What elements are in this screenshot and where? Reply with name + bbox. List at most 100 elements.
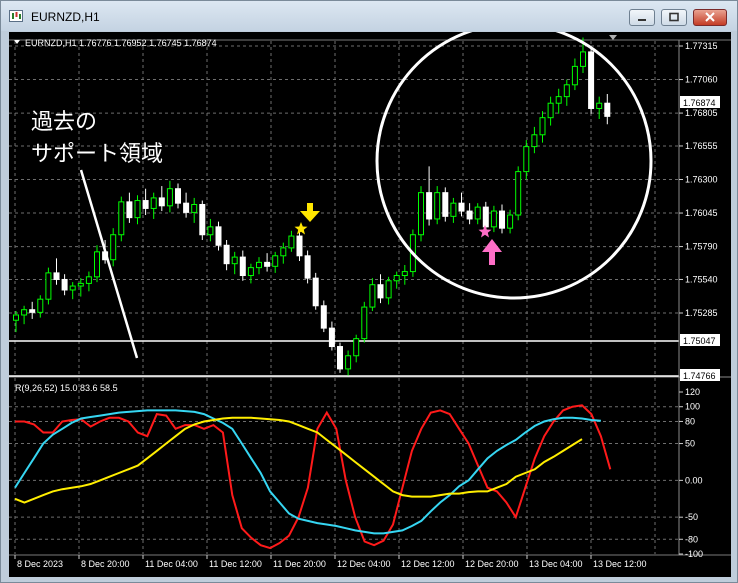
down-arrow-icon [300,203,320,222]
candle-bull [118,201,125,236]
candle-bull [507,214,514,229]
candle-bear [458,202,465,212]
candle-bear [442,192,449,217]
candle-bull [555,96,562,104]
osc-scale-label: 120 [685,387,700,397]
candle-bear [377,284,384,299]
candle-bull [110,234,117,261]
candle-bull [21,309,28,316]
candle-bear [499,210,505,229]
candle-bear [588,51,595,109]
time-label: 11 Dec 12:00 [209,559,262,569]
candle-bull [515,171,522,216]
candle-bull [85,276,92,284]
candle-bull [69,285,76,291]
chart-window-icon [9,10,23,22]
osc-scale-label: -100 [685,549,703,559]
candle-bull [288,235,295,249]
candle-bear [239,256,246,277]
close-button[interactable] [693,9,727,26]
candle-bull [247,267,254,277]
candle-bull [345,355,352,370]
candle-bull [280,247,287,257]
candle-bull [166,188,173,207]
candle-bull [134,200,141,219]
time-label: 12 Dec 04:00 [337,559,391,569]
time-axis[interactable]: 8 Dec 2023 8 Dec 20:00 11 Dec 04:00 11 Dec … [14,555,647,569]
shift-marker-icon[interactable] [609,35,617,40]
candle-bull [393,275,400,282]
candle-bull [256,261,262,269]
time-label: 11 Dec 20:00 [273,559,326,569]
candle-bear [126,201,133,219]
candle-bull [531,134,538,148]
candle-bull [539,117,546,136]
candle-bear [604,102,611,117]
candle-bull [13,314,19,321]
candle-bull [191,203,198,213]
time-label: 8 Dec 20:00 [81,559,130,569]
up-arrow-icon [482,239,502,265]
osc-scale-label: 50 [685,439,695,449]
candle-bull [353,338,360,357]
price-label: 1.77315 [685,41,718,51]
time-label: 13 Dec 12:00 [593,559,647,569]
osc-scale-label: 80 [685,416,695,426]
candle-bull [523,146,530,173]
time-label: 11 Dec 04:00 [145,559,198,569]
candle-bear [215,226,222,246]
rsi-fast-line [15,404,612,550]
candle-bull [94,251,100,278]
candle-bear [426,192,433,220]
candle-bull [571,65,578,86]
maximize-button[interactable] [661,9,687,26]
candle-bear [29,309,36,313]
oscillator-scale[interactable]: 120 100 80 50 0.00 -50 -80 -100 [679,387,703,559]
chart-info-text: EURNZD,H1 1.76776 1.76952 1.76745 1.7687… [25,38,217,48]
candle-bull [150,197,157,209]
osc-scale-label: 100 [685,402,700,412]
candle-bull [490,210,497,228]
annotation-text-line2: サポート領域 [31,141,163,166]
oscillator-header: R(9,26,52) 15.0 83.6 58.5 [15,383,118,393]
price-label: 1.77060 [685,75,718,85]
line-tag-lower-label: 1.74766 [683,371,716,381]
candle-bull [37,298,44,313]
oscillator-series [14,404,612,550]
time-label: 12 Dec 12:00 [401,559,455,569]
line-tag-upper-label: 1.75047 [683,336,716,346]
restore-icon [669,12,679,22]
price-label: 1.75790 [685,242,718,252]
candle-bull [474,206,481,220]
candle-bear [312,277,319,307]
candle-bull [450,202,457,217]
price-label: 1.76300 [685,175,718,185]
price-scale[interactable]: 1.77315 1.77060 1.76805 1.76555 1.76300 1.760… [679,41,718,318]
highlight-circle [375,32,653,300]
candle-bull [361,306,368,340]
title-bar[interactable]: EURNZD,H1 [1,1,737,31]
candle-bear [199,203,206,236]
candle-bull [385,280,392,299]
candle-bear [296,235,303,257]
candle-bear [183,202,190,213]
minimize-button[interactable] [629,9,655,26]
price-label: 1.76045 [685,208,718,218]
chart-area[interactable]: 1.77315 1.77060 1.76805 1.76555 1.76300 1.760… [9,32,731,577]
current-price-label: 1.76874 [683,98,716,108]
time-label: 12 Dec 20:00 [465,559,519,569]
candle-bear [337,346,343,370]
candle-bear [61,278,68,291]
price-label: 1.76555 [685,141,718,151]
annotation-pointer-line [79,169,139,359]
candle-bear [466,210,473,220]
candle-bear [158,197,165,207]
candle-bear [304,255,311,279]
price-label: 1.76805 [685,108,718,118]
osc-scale-label: 0.00 [685,475,703,485]
candle-bull [207,226,214,236]
star-icon-yellow [294,222,308,235]
annotation-text-line1: 過去の [31,109,97,134]
time-label: 13 Dec 04:00 [529,559,583,569]
candle-bear [142,200,149,209]
